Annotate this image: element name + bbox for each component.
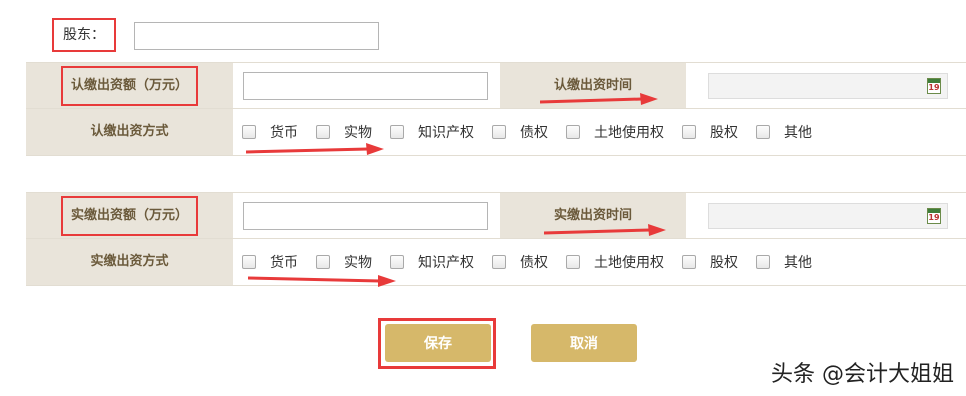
annotation-arrow-time-2: [544, 224, 666, 236]
checkbox[interactable]: [390, 125, 404, 139]
check-label: 债权: [520, 125, 548, 141]
paid-time-input[interactable]: 19: [708, 203, 948, 229]
check-label: 知识产权: [418, 255, 474, 271]
check-item[interactable]: 货币: [242, 252, 298, 272]
shareholder-label: 股东：: [52, 18, 116, 52]
subscribed-amount-input[interactable]: [243, 72, 488, 100]
checkbox[interactable]: [682, 125, 696, 139]
watermark: 头条 @会计大姐姐: [771, 362, 954, 387]
check-label: 债权: [520, 255, 548, 271]
check-label: 实物: [344, 125, 372, 141]
annotation-arrow-method-1: [246, 143, 384, 155]
check-item[interactable]: 股权: [682, 252, 738, 272]
paid-capital-table: 实缴出资额（万元） 实缴出资时间 19 实缴出资方式 货币 实物 知识产权 债权…: [26, 192, 966, 286]
check-label: 货币: [270, 125, 298, 141]
checkbox[interactable]: [492, 255, 506, 269]
save-button[interactable]: 保存: [385, 324, 491, 362]
checkbox[interactable]: [756, 255, 770, 269]
check-item[interactable]: 债权: [492, 122, 548, 142]
check-label: 其他: [784, 255, 812, 271]
check-item[interactable]: 债权: [492, 252, 548, 272]
checkbox[interactable]: [756, 125, 770, 139]
paid-method-row: 实缴出资方式 货币 实物 知识产权 债权 土地使用权 股权 其他: [26, 239, 966, 285]
cancel-button[interactable]: 取消: [531, 324, 637, 362]
annotation-arrow-method-2: [248, 275, 396, 287]
paid-amount-row: 实缴出资额（万元） 实缴出资时间 19: [26, 193, 966, 239]
paid-method-label: 实缴出资方式: [26, 239, 233, 285]
check-label: 土地使用权: [594, 255, 664, 271]
checkbox[interactable]: [390, 255, 404, 269]
checkbox[interactable]: [242, 255, 256, 269]
check-item[interactable]: 货币: [242, 122, 298, 142]
subscribed-method-row: 认缴出资方式 货币 实物 知识产权 债权 土地使用权 股权 其他: [26, 109, 966, 155]
paid-amount-label: 实缴出资额（万元）: [60, 196, 198, 236]
checkbox[interactable]: [566, 255, 580, 269]
checkbox[interactable]: [316, 125, 330, 139]
checkbox[interactable]: [682, 255, 696, 269]
check-item[interactable]: 股权: [682, 122, 738, 142]
calendar-icon[interactable]: 19: [927, 78, 941, 94]
check-item[interactable]: 土地使用权: [566, 122, 664, 142]
checkbox[interactable]: [566, 125, 580, 139]
check-item[interactable]: 其他: [756, 252, 812, 272]
subscribed-amount-row: 认缴出资额（万元） 认缴出资时间 19: [26, 63, 966, 109]
checkbox[interactable]: [242, 125, 256, 139]
check-label: 股权: [710, 125, 738, 141]
subscribed-amount-label-cell: 认缴出资额（万元）: [26, 63, 233, 108]
check-label: 知识产权: [418, 125, 474, 141]
annotation-arrow-time-1: [540, 93, 658, 105]
calendar-icon[interactable]: 19: [927, 208, 941, 224]
paid-amount-label-cell: 实缴出资额（万元）: [26, 193, 233, 238]
check-item[interactable]: 土地使用权: [566, 252, 664, 272]
calendar-day: 19: [928, 213, 940, 222]
checkbox[interactable]: [492, 125, 506, 139]
check-label: 股权: [710, 255, 738, 271]
check-label: 实物: [344, 255, 372, 271]
check-label: 货币: [270, 255, 298, 271]
check-item[interactable]: 知识产权: [390, 252, 474, 272]
paid-amount-input[interactable]: [243, 202, 488, 230]
calendar-day: 19: [928, 83, 940, 92]
check-label: 其他: [784, 125, 812, 141]
checkbox[interactable]: [316, 255, 330, 269]
check-item[interactable]: 实物: [316, 252, 372, 272]
check-item[interactable]: 知识产权: [390, 122, 474, 142]
subscribed-method-label: 认缴出资方式: [26, 109, 233, 155]
check-label: 土地使用权: [594, 125, 664, 141]
shareholder-input[interactable]: [134, 22, 379, 50]
subscribed-capital-table: 认缴出资额（万元） 认缴出资时间 19 认缴出资方式 货币 实物 知识产权 债权…: [26, 62, 966, 156]
shareholder-row: 股东：: [0, 0, 966, 60]
subscribed-amount-label: 认缴出资额（万元）: [60, 66, 198, 106]
check-item[interactable]: 实物: [316, 122, 372, 142]
subscribed-time-input[interactable]: 19: [708, 73, 948, 99]
check-item[interactable]: 其他: [756, 122, 812, 142]
